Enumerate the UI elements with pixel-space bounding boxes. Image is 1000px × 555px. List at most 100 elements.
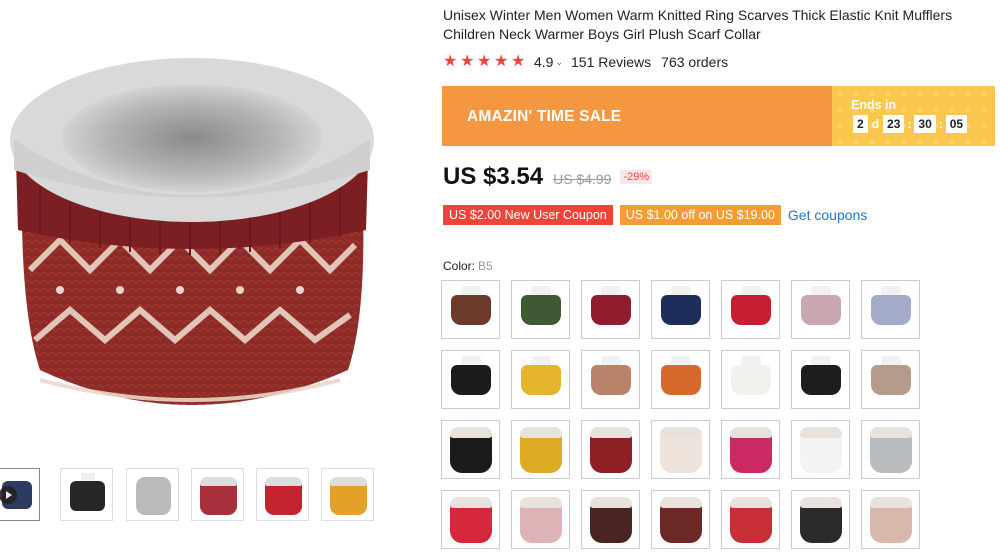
swatch-scarf (451, 365, 491, 395)
scarf-image (10, 58, 374, 405)
color-swatch[interactable] (721, 490, 780, 549)
star-icon: ★ (511, 53, 526, 70)
coupon-row: US $2.00 New User Coupon US $1.00 off on… (443, 205, 867, 225)
star-icon: ★ (494, 53, 509, 70)
original-price: US $4.99 (553, 171, 612, 187)
countdown-separator: : (938, 117, 943, 131)
countdown-separator: : (907, 117, 912, 131)
get-coupons-link[interactable]: Get coupons (788, 207, 867, 223)
swatch-fur-lining (660, 497, 702, 508)
countdown-days: 2 (853, 115, 868, 133)
thumb-fur (330, 477, 367, 486)
star-icon: ★ (477, 53, 492, 70)
color-swatch[interactable] (581, 420, 640, 479)
rating-value[interactable]: 4.9 (534, 54, 553, 70)
countdown-timer: 2 d 23 : 30 : 05 (851, 115, 995, 133)
sale-label: AMAZIN' TIME SALE (442, 86, 832, 146)
thumbnail-video[interactable] (0, 468, 40, 521)
color-selector-label: Color: B5 (443, 259, 493, 273)
color-swatch[interactable] (511, 490, 570, 549)
color-swatch[interactable] (651, 350, 710, 409)
swatch-scarf (731, 365, 771, 395)
thumbnail-4[interactable] (191, 468, 244, 521)
swatch-fur-lining (660, 427, 702, 438)
swatch-fur-lining (870, 427, 912, 438)
color-swatch[interactable] (791, 280, 850, 339)
swatch-scarf (731, 295, 771, 325)
color-selected-value: B5 (478, 259, 493, 273)
color-swatch[interactable] (721, 350, 780, 409)
color-swatch[interactable] (791, 350, 850, 409)
color-swatch[interactable] (511, 280, 570, 339)
color-swatch[interactable] (861, 490, 920, 549)
thumbnail-3[interactable] (126, 468, 179, 521)
swatch-scarf (591, 295, 631, 325)
swatch-scarf (801, 295, 841, 325)
thumbnail-5[interactable] (256, 468, 309, 521)
color-swatch[interactable] (651, 490, 710, 549)
main-product-image[interactable] (0, 40, 380, 430)
swatch-scarf (661, 295, 701, 325)
swatch-scarf (451, 295, 491, 325)
flash-sale-banner: AMAZIN' TIME SALE Ends in 2 d 23 : 30 : … (442, 86, 995, 146)
rating-stars[interactable]: ★ ★ ★ ★ ★ (443, 54, 528, 70)
thumbnail-6[interactable] (321, 468, 374, 521)
swatch-fur-lining (450, 427, 492, 438)
ends-in-label: Ends in (851, 98, 897, 112)
color-swatch[interactable] (721, 280, 780, 339)
swatch-scarf (801, 365, 841, 395)
swatch-fur-lining (800, 497, 842, 508)
product-title: Unisex Winter Men Women Warm Knitted Rin… (443, 7, 953, 42)
swatch-scarf (871, 295, 911, 325)
color-swatch[interactable] (581, 280, 640, 339)
color-swatch[interactable] (441, 420, 500, 479)
swatch-fur-lining (520, 497, 562, 508)
price-row: US $3.54 US $4.99 -29% (443, 163, 653, 191)
swatch-fur-lining (520, 427, 562, 438)
star-icon: ★ (460, 53, 475, 70)
chevron-down-icon[interactable]: ⌄ (555, 57, 563, 68)
thumbnail-strip (0, 468, 380, 522)
color-swatch[interactable] (441, 350, 500, 409)
rating-row: ★ ★ ★ ★ ★ 4.9 ⌄ 151 Reviews 763 orders (443, 53, 728, 71)
color-swatch[interactable] (441, 280, 500, 339)
swatch-fur-lining (590, 497, 632, 508)
current-price: US $3.54 (443, 163, 544, 190)
color-swatch[interactable] (511, 420, 570, 479)
new-user-coupon[interactable]: US $2.00 New User Coupon (443, 205, 613, 225)
color-swatch[interactable] (651, 280, 710, 339)
swatch-scarf (521, 295, 561, 325)
countdown-days-unit: d (871, 117, 880, 131)
swatch-fur-lining (730, 497, 772, 508)
swatch-fur-lining (870, 497, 912, 508)
color-swatch[interactable] (791, 490, 850, 549)
thumb-fur (200, 477, 237, 486)
swatch-scarf (521, 365, 561, 395)
color-label-text: Color: (443, 259, 476, 273)
reviews-link[interactable]: 151 Reviews (571, 54, 651, 70)
color-swatch[interactable] (511, 350, 570, 409)
swatch-fur-lining (800, 427, 842, 438)
swatch-scarf (871, 365, 911, 395)
swatch-scarf (661, 365, 701, 395)
color-swatch[interactable] (721, 420, 780, 479)
countdown-panel: Ends in 2 d 23 : 30 : 05 (832, 86, 995, 146)
discount-badge: -29% (620, 170, 653, 184)
thumb-fur (265, 477, 302, 486)
color-swatch[interactable] (651, 420, 710, 479)
thumb-image (136, 477, 171, 515)
color-swatch[interactable] (861, 350, 920, 409)
store-coupon[interactable]: US $1.00 off on US $19.00 (619, 205, 781, 225)
color-swatch[interactable] (581, 490, 640, 549)
color-swatch[interactable] (791, 420, 850, 479)
countdown-minutes: 30 (914, 115, 936, 133)
swatch-fur-lining (590, 427, 632, 438)
color-swatch[interactable] (861, 420, 920, 479)
color-swatch[interactable] (861, 280, 920, 339)
countdown-hours: 23 (883, 115, 905, 133)
thumbnail-2[interactable] (60, 468, 113, 521)
star-icon: ★ (443, 53, 458, 70)
color-swatch[interactable] (581, 350, 640, 409)
swatch-scarf (591, 365, 631, 395)
color-swatch[interactable] (441, 490, 500, 549)
